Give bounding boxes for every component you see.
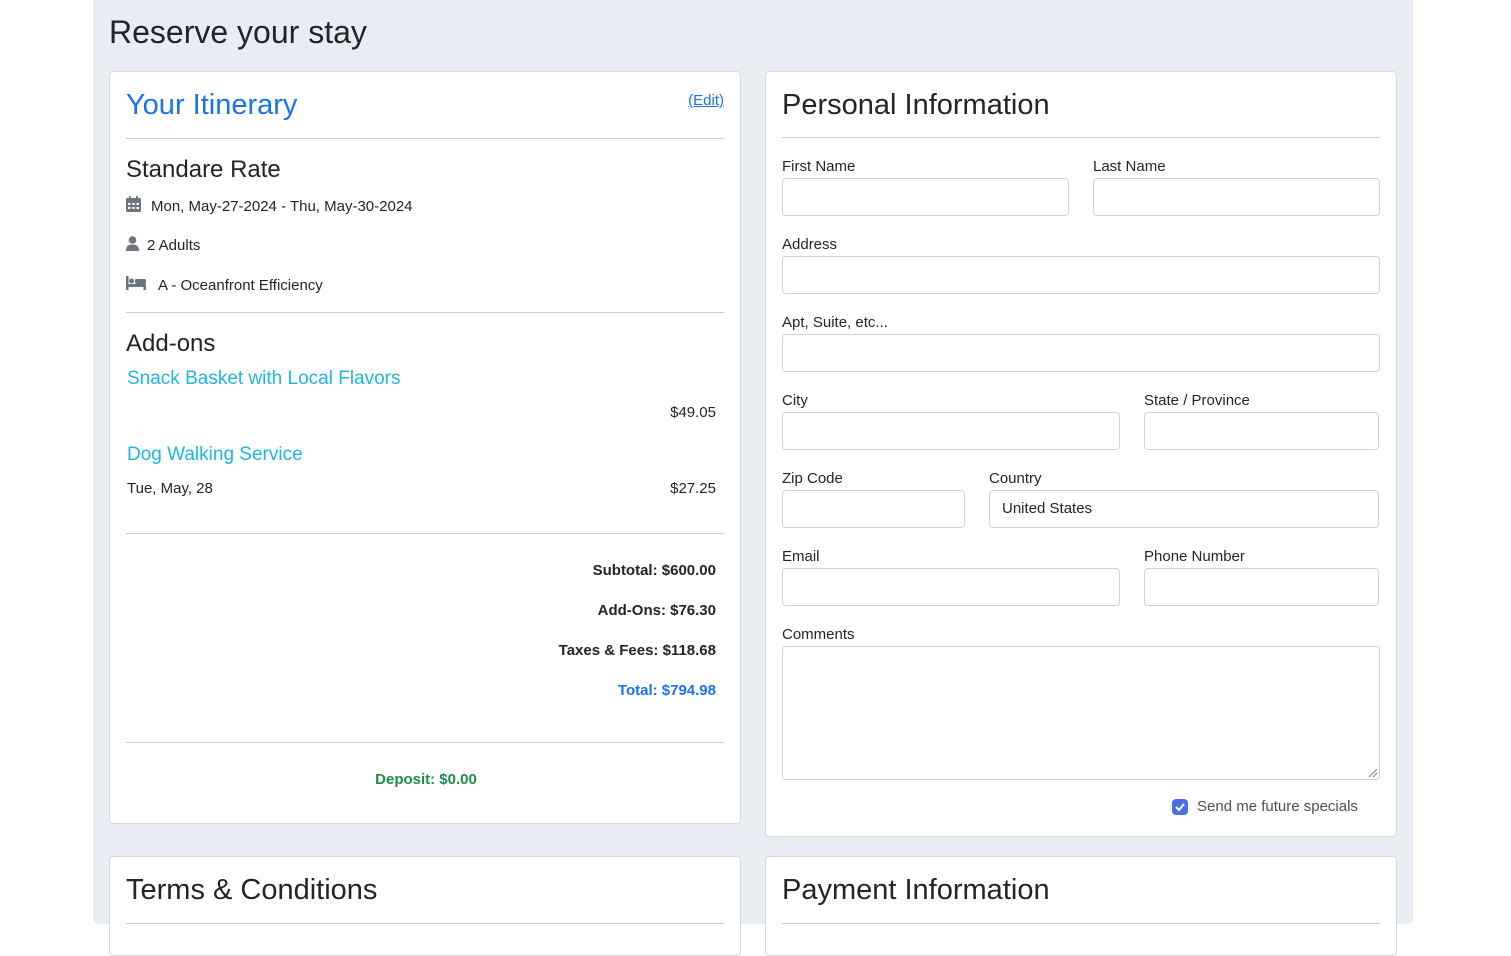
state-input[interactable] xyxy=(1144,412,1379,450)
address-input[interactable] xyxy=(782,256,1380,294)
resize-handle[interactable] xyxy=(1369,769,1377,777)
page-title: Reserve your stay xyxy=(109,14,367,50)
payment-card: Payment Information xyxy=(765,856,1397,956)
zip-input[interactable] xyxy=(782,490,965,528)
check-icon xyxy=(1175,802,1185,811)
terms-card: Terms & Conditions xyxy=(109,856,741,956)
phone-label: Phone Number xyxy=(1144,548,1245,565)
addon-link-dog-walking[interactable]: Dog Walking Service xyxy=(127,444,303,466)
city-label: City xyxy=(782,392,808,409)
itinerary-card: Your Itinerary (Edit) Standare Rate Mon,… xyxy=(109,71,741,824)
divider xyxy=(126,138,724,139)
state-label: State / Province xyxy=(1144,392,1250,409)
subtotal: Subtotal: $600.00 xyxy=(592,562,716,579)
last-name-input[interactable] xyxy=(1093,178,1380,216)
first-name-label: First Name xyxy=(782,158,856,175)
addon-price: $27.25 xyxy=(670,480,716,497)
dates-text: Mon, May-27-2024 - Thu, May-30-2024 xyxy=(151,197,413,215)
bed-icon xyxy=(126,276,146,294)
specials-checkbox-row[interactable]: Send me future specials xyxy=(1172,798,1358,815)
divider xyxy=(126,533,724,534)
comments-label: Comments xyxy=(782,626,855,643)
payment-title: Payment Information xyxy=(782,874,1050,906)
email-label: Email xyxy=(782,548,820,565)
guests-row: 2 Adults xyxy=(126,236,200,255)
specials-checkbox[interactable] xyxy=(1172,798,1188,815)
apt-input[interactable] xyxy=(782,334,1380,372)
divider xyxy=(782,137,1380,138)
first-name-input[interactable] xyxy=(782,178,1069,216)
page-container: Reserve your stay Your Itinerary (Edit) … xyxy=(93,0,1413,956)
personal-info-title: Personal Information xyxy=(782,89,1050,121)
phone-input[interactable] xyxy=(1144,568,1379,606)
addons-total: Add-Ons: $76.30 xyxy=(597,602,716,619)
addon-link-snack-basket[interactable]: Snack Basket with Local Flavors xyxy=(127,368,401,390)
edit-itinerary-link[interactable]: (Edit) xyxy=(688,92,724,109)
specials-label: Send me future specials xyxy=(1197,798,1358,815)
room-row: A - Oceanfront Efficiency xyxy=(126,276,323,294)
email-input[interactable] xyxy=(782,568,1120,606)
last-name-label: Last Name xyxy=(1093,158,1166,175)
country-select[interactable]: United States xyxy=(989,490,1379,528)
room-text: A - Oceanfront Efficiency xyxy=(158,276,323,294)
taxes-fees: Taxes & Fees: $118.68 xyxy=(558,642,716,659)
user-icon xyxy=(126,236,139,255)
guests-text: 2 Adults xyxy=(147,237,201,254)
dates-row: Mon, May-27-2024 - Thu, May-30-2024 xyxy=(126,196,413,216)
rate-name: Standare Rate xyxy=(126,156,281,183)
addons-title: Add-ons xyxy=(126,330,216,357)
address-label: Address xyxy=(782,236,838,253)
terms-title: Terms & Conditions xyxy=(126,874,378,906)
city-input[interactable] xyxy=(782,412,1120,450)
country-label: Country xyxy=(989,470,1042,487)
addon-price: $49.05 xyxy=(670,404,716,421)
apt-label: Apt, Suite, etc... xyxy=(782,314,888,331)
divider xyxy=(126,312,724,313)
calendar-icon xyxy=(126,196,141,216)
addon-date: Tue, May, 28 xyxy=(127,480,213,497)
deposit-amount: Deposit: $0.00 xyxy=(375,771,477,788)
itinerary-title: Your Itinerary xyxy=(126,89,298,121)
zip-label: Zip Code xyxy=(782,470,843,487)
divider xyxy=(126,742,724,743)
personal-info-card: Personal Information First Name Last Nam… xyxy=(765,71,1397,837)
comments-textarea[interactable] xyxy=(782,646,1380,780)
grand-total: Total: $794.98 xyxy=(617,682,716,699)
